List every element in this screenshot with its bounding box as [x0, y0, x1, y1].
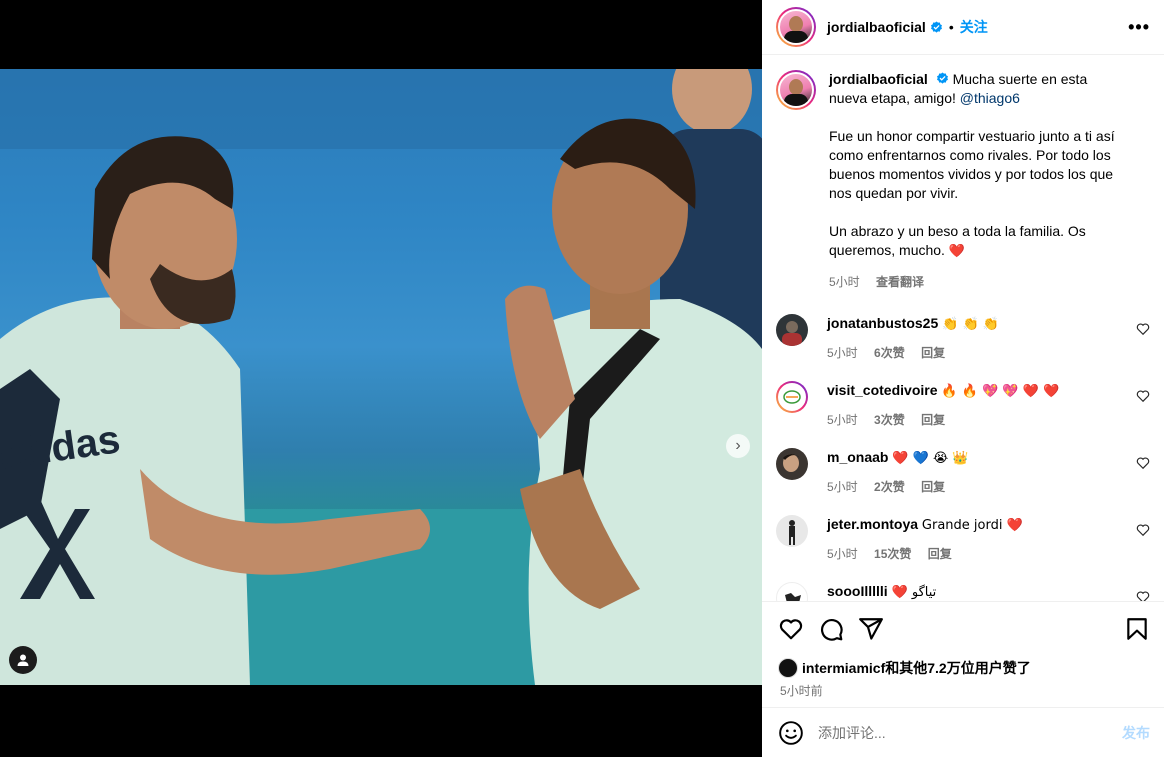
comment-item: jonatanbustos25 👏 👏 👏 5小时 6次赞 回复 — [762, 314, 1164, 381]
caption-paragraph: Un abrazo y un beso a toda la familia. O… — [829, 222, 1129, 261]
caption-mention-link[interactable]: @thiago6 — [960, 90, 1020, 106]
reply-button[interactable]: 回复 — [928, 547, 952, 561]
save-bookmark-icon[interactable] — [1124, 616, 1150, 642]
action-icons-row — [778, 616, 1150, 642]
comment-item: m_onaab ❤️ 💙 😭 👑 5小时 2次赞 回复 — [762, 448, 1164, 515]
post-photo[interactable]: adidas › — [0, 69, 762, 685]
comment-username[interactable]: jonatanbustos25 — [827, 315, 938, 331]
comment-username[interactable]: visit_cotedivoire — [827, 382, 938, 398]
caption-emoji: ❤️ — [948, 244, 966, 259]
commenter-avatar[interactable] — [776, 314, 808, 346]
comment-likes-count[interactable]: 6次赞 — [874, 346, 905, 360]
heart-outline-icon[interactable] — [1136, 523, 1150, 537]
see-translation-button[interactable]: 查看翻译 — [876, 275, 924, 289]
comment-text: Grande jordi ❤️ — [921, 518, 1023, 533]
comment-bubble-icon[interactable] — [818, 616, 844, 642]
comment-input[interactable] — [818, 724, 1122, 741]
caption-author-avatar[interactable] — [776, 70, 816, 110]
add-comment-bar: 发布 — [762, 707, 1164, 757]
caption-time: 5小时 — [829, 275, 860, 289]
share-paper-plane-icon[interactable] — [858, 616, 884, 642]
comment-time: 5小时 — [827, 547, 858, 561]
comment-time: 5小时 — [827, 413, 858, 427]
avatar-image — [785, 593, 801, 601]
comment-likes-count[interactable]: 15次赞 — [874, 547, 911, 561]
comment-username[interactable]: jeter.montoya — [827, 516, 918, 532]
heart-outline-icon[interactable] — [1136, 590, 1150, 601]
likes-summary[interactable]: intermiamicf和其他7.2万位用户赞了 — [778, 658, 1150, 678]
media-viewer: adidas › — [0, 0, 762, 757]
caption-username[interactable]: jordialbaoficial — [829, 71, 928, 87]
comment-time: 5小时 — [827, 346, 858, 360]
post-caption: jordialbaoficial Mucha suerte en esta nu… — [762, 56, 1164, 292]
verified-badge-icon — [936, 72, 948, 84]
heart-outline-icon[interactable] — [1136, 322, 1150, 336]
chevron-right-icon: › — [735, 437, 741, 454]
comment-item: visit_cotedivoire 🔥 🔥 💖 💖 ❤️ ❤️ 5小时 3次赞 … — [762, 381, 1164, 448]
commenter-avatar[interactable] — [776, 515, 808, 547]
comment-username[interactable]: soooIllllli — [827, 583, 888, 599]
like-heart-icon[interactable] — [778, 616, 804, 642]
commenter-avatar[interactable] — [776, 381, 808, 413]
comments-list[interactable]: jordialbaoficial Mucha suerte en esta nu… — [762, 56, 1164, 601]
reply-button[interactable]: 回复 — [921, 413, 945, 427]
verified-badge-icon — [930, 20, 942, 33]
emoji-smiley-icon[interactable] — [778, 720, 804, 746]
header-separator: • — [948, 19, 954, 35]
avatar-image — [782, 321, 802, 346]
author-avatar[interactable] — [776, 7, 816, 47]
commenter-avatar[interactable] — [776, 582, 808, 601]
comment-likes-count[interactable]: 2次赞 — [874, 480, 905, 494]
caption-paragraph: Fue un honor compartir vestuario junto a… — [829, 128, 1115, 201]
caption-meta: 5小时 查看翻译 — [829, 273, 1129, 292]
heart-outline-icon[interactable] — [1136, 456, 1150, 470]
comment-time: 5小时 — [827, 480, 858, 494]
comment-text: 🔥 🔥 💖 💖 ❤️ ❤️ — [941, 384, 1060, 399]
comment-likes-count[interactable]: 3次赞 — [874, 413, 905, 427]
next-image-button[interactable]: › — [726, 434, 750, 458]
post-timestamp[interactable]: 5小时前 — [780, 682, 1150, 699]
post-header: jordialbaoficial • 关注 ••• — [762, 0, 1164, 55]
reply-button[interactable]: 回复 — [921, 480, 945, 494]
likes-summary-text: intermiamicf和其他7.2万位用户赞了 — [802, 660, 1031, 676]
photo-illustration: adidas — [0, 69, 762, 685]
avatar-image — [783, 454, 800, 472]
comment-username[interactable]: m_onaab — [827, 449, 888, 465]
caption-body: jordialbaoficial Mucha suerte en esta nu… — [829, 70, 1129, 292]
comment-item: soooIllllli ❤️ تياگو — [762, 582, 1164, 601]
comment-text: 👏 👏 👏 — [942, 317, 999, 332]
comment-text: ❤️ 💙 😭 👑 — [892, 451, 969, 466]
heart-outline-icon[interactable] — [1136, 389, 1150, 403]
comment-text: ❤️ تياگو — [891, 585, 937, 600]
author-username[interactable]: jordialbaoficial — [827, 19, 926, 35]
avatar-image — [789, 520, 795, 545]
tagged-users-button[interactable] — [9, 646, 37, 674]
reply-button[interactable]: 回复 — [921, 346, 945, 360]
follow-button[interactable]: 关注 — [960, 17, 988, 37]
post-comment-button[interactable]: 发布 — [1122, 723, 1150, 743]
post-actions: intermiamicf和其他7.2万位用户赞了 5小时前 — [762, 601, 1164, 707]
commenter-avatar[interactable] — [776, 448, 808, 480]
comment-item: jeter.montoya Grande jordi ❤️ 5小时 15次赞 回… — [762, 515, 1164, 582]
more-options-icon[interactable]: ••• — [1128, 17, 1150, 38]
post-side-panel: jordialbaoficial • 关注 ••• jordialbaofici… — [762, 0, 1164, 757]
avatar-image — [783, 390, 801, 404]
user-icon — [17, 654, 29, 666]
liker-avatar — [778, 658, 798, 678]
